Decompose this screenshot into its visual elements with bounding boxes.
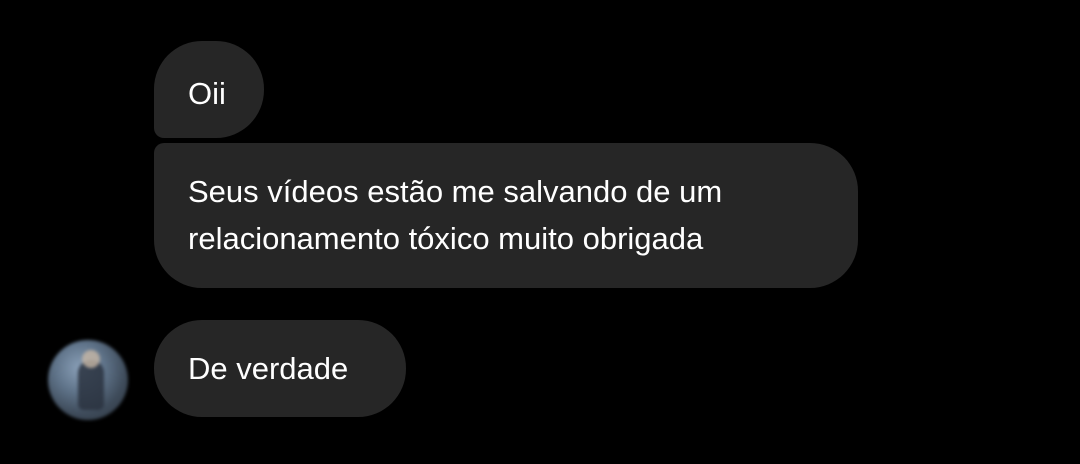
message-bubble-2[interactable]: Seus vídeos estão me salvando de um rela… bbox=[154, 143, 858, 288]
message-text: Oii bbox=[188, 76, 226, 111]
message-bubble-3[interactable]: De verdade bbox=[154, 320, 406, 417]
message-thread: Oii Seus vídeos estão me salvando de um … bbox=[0, 0, 1080, 464]
avatar-head bbox=[82, 350, 100, 368]
message-text: De verdade bbox=[188, 351, 349, 386]
message-text: Seus vídeos estão me salvando de um rela… bbox=[188, 174, 723, 256]
message-bubble-1[interactable]: Oii bbox=[154, 41, 264, 138]
avatar[interactable] bbox=[48, 340, 128, 420]
